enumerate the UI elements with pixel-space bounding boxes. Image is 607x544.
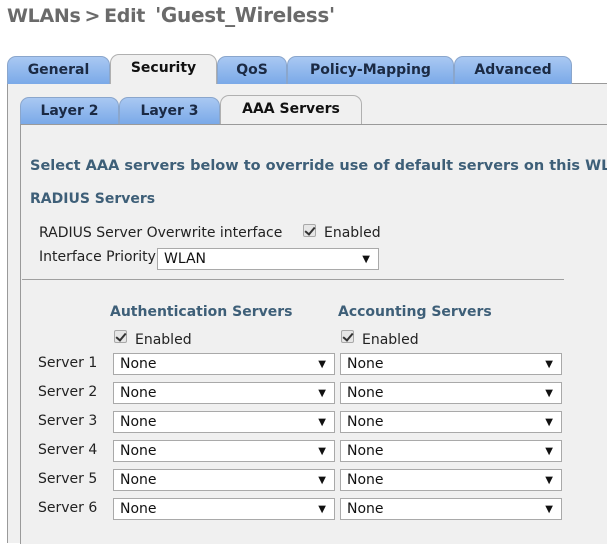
tab-aaa-servers[interactable]: AAA Servers [220,95,362,124]
overwrite-enabled-label: Enabled [324,225,381,241]
breadcrumb-wlans[interactable]: WLANs [7,5,81,27]
chevron-down-icon: ▼ [362,254,370,265]
server-select-value: None [347,414,384,430]
auth-server-select[interactable]: None ▼ [113,411,335,433]
chevron-down-icon: ▼ [545,417,553,428]
chevron-down-icon: ▼ [545,388,553,399]
auth-server-select[interactable]: None ▼ [113,440,335,462]
server-select-value: None [347,356,384,372]
radius-servers-heading: RADIUS Servers [30,191,156,207]
tab-policy-mapping[interactable]: Policy-Mapping [287,56,454,84]
auth-server-select[interactable]: None ▼ [113,469,335,491]
server-label: Server 4 [38,442,98,458]
server-select-value: None [120,414,157,430]
tab-qos[interactable]: QoS [217,56,287,84]
tab-layer-3[interactable]: Layer 3 [119,97,220,124]
accounting-servers-heading: Accounting Servers [338,304,492,320]
server-label: Server 2 [38,384,98,400]
page-title: WLANs > Edit 'Guest_Wireless' [7,3,335,27]
auth-enabled-checkbox[interactable] [114,330,127,343]
chevron-down-icon: ▼ [545,475,553,486]
server-select-value: None [120,443,157,459]
chevron-down-icon: ▼ [545,359,553,370]
server-label: Server 6 [38,500,98,516]
chevron-down-icon: ▼ [318,504,326,515]
acct-server-select[interactable]: None ▼ [340,498,562,520]
chevron-down-icon: ▼ [318,388,326,399]
server-select-value: None [347,472,384,488]
acct-server-select[interactable]: None ▼ [340,382,562,404]
server-label: Server 1 [38,355,98,371]
overwrite-interface-label: RADIUS Server Overwrite interface [39,225,283,241]
acct-server-select[interactable]: None ▼ [340,411,562,433]
chevron-down-icon: ▼ [318,446,326,457]
acct-server-select[interactable]: None ▼ [340,440,562,462]
interface-priority-value: WLAN [164,251,207,267]
acct-enabled-label: Enabled [362,332,419,348]
server-label: Server 5 [38,471,98,487]
server-select-value: None [120,356,157,372]
interface-priority-label: Interface Priority [39,249,156,265]
server-select-value: None [120,472,157,488]
breadcrumb-edit: Edit [104,5,146,27]
server-select-value: None [120,501,157,517]
tab-layer-2[interactable]: Layer 2 [20,97,119,124]
acct-server-select[interactable]: None ▼ [340,353,562,375]
server-select-value: None [347,501,384,517]
wlan-name: 'Guest_Wireless' [155,3,335,27]
authentication-servers-heading: Authentication Servers [110,304,293,320]
server-label: Server 3 [38,413,98,429]
auth-server-select[interactable]: None ▼ [113,498,335,520]
chevron-down-icon: ▼ [545,504,553,515]
chevron-down-icon: ▼ [318,417,326,428]
acct-enabled-checkbox[interactable] [341,330,354,343]
auth-server-select[interactable]: None ▼ [113,353,335,375]
section-divider [22,279,564,280]
acct-server-select[interactable]: None ▼ [340,469,562,491]
tab-security[interactable]: Security [110,54,217,84]
server-select-value: None [347,385,384,401]
auth-server-select[interactable]: None ▼ [113,382,335,404]
auth-enabled-label: Enabled [135,332,192,348]
chevron-down-icon: ▼ [318,359,326,370]
chevron-down-icon: ▼ [545,446,553,457]
tab-advanced[interactable]: Advanced [454,56,572,84]
intro-text: Select AAA servers below to override use… [30,158,607,174]
interface-priority-select[interactable]: WLAN ▼ [157,248,379,270]
server-select-value: None [347,443,384,459]
chevron-down-icon: ▼ [318,475,326,486]
overwrite-interface-checkbox[interactable] [303,224,316,237]
tab-general[interactable]: General [7,56,110,84]
breadcrumb-separator: > [84,5,101,27]
server-select-value: None [120,385,157,401]
